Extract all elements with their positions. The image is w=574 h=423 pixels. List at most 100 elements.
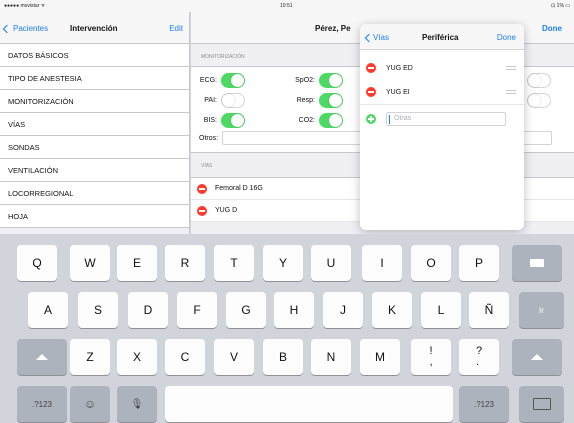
sidebar-item-sondas[interactable]: SONDAS bbox=[0, 136, 189, 159]
master-pane: Pacientes Intervención Edit DATOS BÁSICO… bbox=[0, 12, 190, 234]
list-item: YUG ED bbox=[360, 56, 524, 80]
key-y[interactable]: Y bbox=[263, 245, 303, 281]
key-z[interactable]: Z bbox=[70, 339, 110, 375]
add-icon[interactable] bbox=[366, 113, 376, 124]
patient-title: Pérez, Pe bbox=[315, 24, 351, 33]
key-r[interactable]: R bbox=[165, 245, 205, 281]
bis-label: BIS: bbox=[203, 117, 217, 124]
key-o[interactable]: O bbox=[411, 245, 451, 281]
key-h[interactable]: H bbox=[274, 292, 314, 328]
key-m[interactable]: M bbox=[360, 339, 400, 375]
key-a[interactable]: A bbox=[28, 292, 68, 328]
sidebar-item-monitorizacion[interactable]: MONITORIZACIÓN bbox=[0, 90, 189, 113]
key-b[interactable]: B bbox=[263, 339, 303, 375]
pai-toggle[interactable] bbox=[221, 93, 245, 108]
delete-icon[interactable] bbox=[366, 63, 376, 73]
shift-key-right[interactable] bbox=[512, 339, 562, 375]
edit-button[interactable]: Edit bbox=[169, 24, 183, 33]
key-x[interactable]: X bbox=[117, 339, 157, 375]
numbers-key-left[interactable]: .?123 bbox=[17, 386, 67, 422]
key-j[interactable]: J bbox=[323, 292, 363, 328]
pai-label: PAI: bbox=[204, 97, 217, 104]
key-f[interactable]: F bbox=[177, 292, 217, 328]
reorder-icon[interactable] bbox=[506, 66, 516, 70]
add-row: Otras bbox=[360, 104, 524, 132]
key-question-period[interactable]: ? . bbox=[459, 339, 499, 375]
chevron-left-icon bbox=[2, 24, 12, 33]
sidebar-item-datos-basicos[interactable]: DATOS BÁSICOS bbox=[0, 44, 189, 67]
resp-toggle[interactable] bbox=[319, 93, 343, 108]
key-e[interactable]: E bbox=[117, 245, 157, 281]
emoji-icon: ☺ bbox=[83, 397, 97, 411]
spo2-toggle[interactable] bbox=[319, 73, 343, 88]
done-button[interactable]: Done bbox=[542, 24, 562, 33]
popover-back-label: Vías bbox=[373, 33, 390, 42]
popover-item-label: YUG EI bbox=[386, 88, 410, 96]
sidebar-item-locorregional[interactable]: LOCORREGIONAL bbox=[0, 182, 189, 205]
delete-icon[interactable] bbox=[197, 183, 207, 194]
carrier-label: ●●●●● movistar ᯤ bbox=[4, 3, 46, 9]
key-q[interactable]: Q bbox=[17, 245, 57, 281]
co2-toggle[interactable] bbox=[319, 113, 343, 128]
popover-back-button[interactable]: Vías bbox=[364, 33, 390, 42]
key-t[interactable]: T bbox=[214, 245, 254, 281]
key-l[interactable]: L bbox=[421, 292, 461, 328]
shift-icon bbox=[531, 354, 543, 360]
extra-toggle-1[interactable] bbox=[527, 73, 551, 88]
resp-label: Resp: bbox=[296, 97, 315, 104]
key-u[interactable]: U bbox=[311, 245, 351, 281]
backspace-icon bbox=[530, 259, 544, 267]
page-title: Intervención bbox=[70, 24, 118, 33]
sidebar-item-ventilacion[interactable]: VENTILACIÓN bbox=[0, 159, 189, 182]
microphone-icon: 🎙 bbox=[130, 398, 144, 410]
return-key[interactable]: Ir bbox=[519, 292, 564, 328]
otras-input[interactable]: Otras bbox=[386, 111, 506, 126]
sidebar-item-hoja[interactable]: HOJA bbox=[0, 205, 189, 228]
onscreen-keyboard: Q W E R T Y U I O P A S D F G H J K L Ñ … bbox=[0, 234, 574, 423]
key-d[interactable]: D bbox=[128, 292, 168, 328]
key-p[interactable]: P bbox=[459, 245, 499, 281]
list-item: YUG EI bbox=[360, 80, 524, 104]
key-n-tilde[interactable]: Ñ bbox=[469, 292, 509, 328]
key-w[interactable]: W bbox=[70, 245, 110, 281]
otros-label: Otros: bbox=[199, 134, 219, 142]
hide-keyboard-key[interactable] bbox=[519, 386, 564, 422]
otras-placeholder: Otras bbox=[394, 114, 412, 122]
emoji-key[interactable]: ☺ bbox=[70, 386, 110, 422]
key-c[interactable]: C bbox=[165, 339, 205, 375]
popover-done-button[interactable]: Done bbox=[497, 33, 516, 42]
dictation-key[interactable]: 🎙 bbox=[117, 386, 157, 422]
section-list: DATOS BÁSICOS TIPO DE ANESTESIA MONITORI… bbox=[0, 44, 189, 228]
space-bar[interactable] bbox=[165, 386, 453, 422]
popover-item-label: YUG ED bbox=[386, 64, 413, 72]
key-n[interactable]: N bbox=[311, 339, 351, 375]
backspace-key[interactable] bbox=[512, 245, 562, 281]
key-k[interactable]: K bbox=[372, 292, 412, 328]
periferica-popover: Vías Periférica Done YUG ED YUG EI Otras bbox=[360, 24, 524, 230]
sidebar-item-vias[interactable]: VÍAS bbox=[0, 113, 189, 136]
numbers-key-right[interactable]: .?123 bbox=[459, 386, 509, 422]
delete-icon[interactable] bbox=[197, 205, 207, 216]
reorder-icon[interactable] bbox=[506, 90, 516, 94]
spo2-label: SpO2: bbox=[295, 77, 315, 84]
sidebar-item-tipo-anestesia[interactable]: TIPO DE ANESTESIA bbox=[0, 67, 189, 90]
ecg-toggle[interactable] bbox=[221, 73, 245, 88]
battery-indicator: ⊡ 1% ▭ bbox=[551, 3, 570, 9]
back-label: Pacientes bbox=[13, 24, 49, 33]
key-s[interactable]: S bbox=[78, 292, 118, 328]
key-g[interactable]: G bbox=[226, 292, 266, 328]
via-label: YUG D bbox=[215, 207, 238, 214]
extra-toggle-2[interactable] bbox=[527, 93, 551, 108]
back-button[interactable]: Pacientes bbox=[2, 24, 49, 33]
bis-toggle[interactable] bbox=[221, 113, 245, 128]
key-i[interactable]: I bbox=[362, 245, 402, 281]
popover-navbar: Vías Periférica Done bbox=[360, 24, 524, 50]
ecg-label: ECG: bbox=[199, 77, 217, 84]
chevron-left-icon bbox=[364, 33, 374, 42]
delete-icon[interactable] bbox=[366, 87, 376, 97]
popover-title: Periférica bbox=[422, 33, 459, 42]
shift-key-left[interactable] bbox=[17, 339, 67, 375]
co2-label: CO2: bbox=[298, 117, 315, 124]
key-v[interactable]: V bbox=[214, 339, 254, 375]
key-exclaim-comma[interactable]: ! , bbox=[411, 339, 451, 375]
